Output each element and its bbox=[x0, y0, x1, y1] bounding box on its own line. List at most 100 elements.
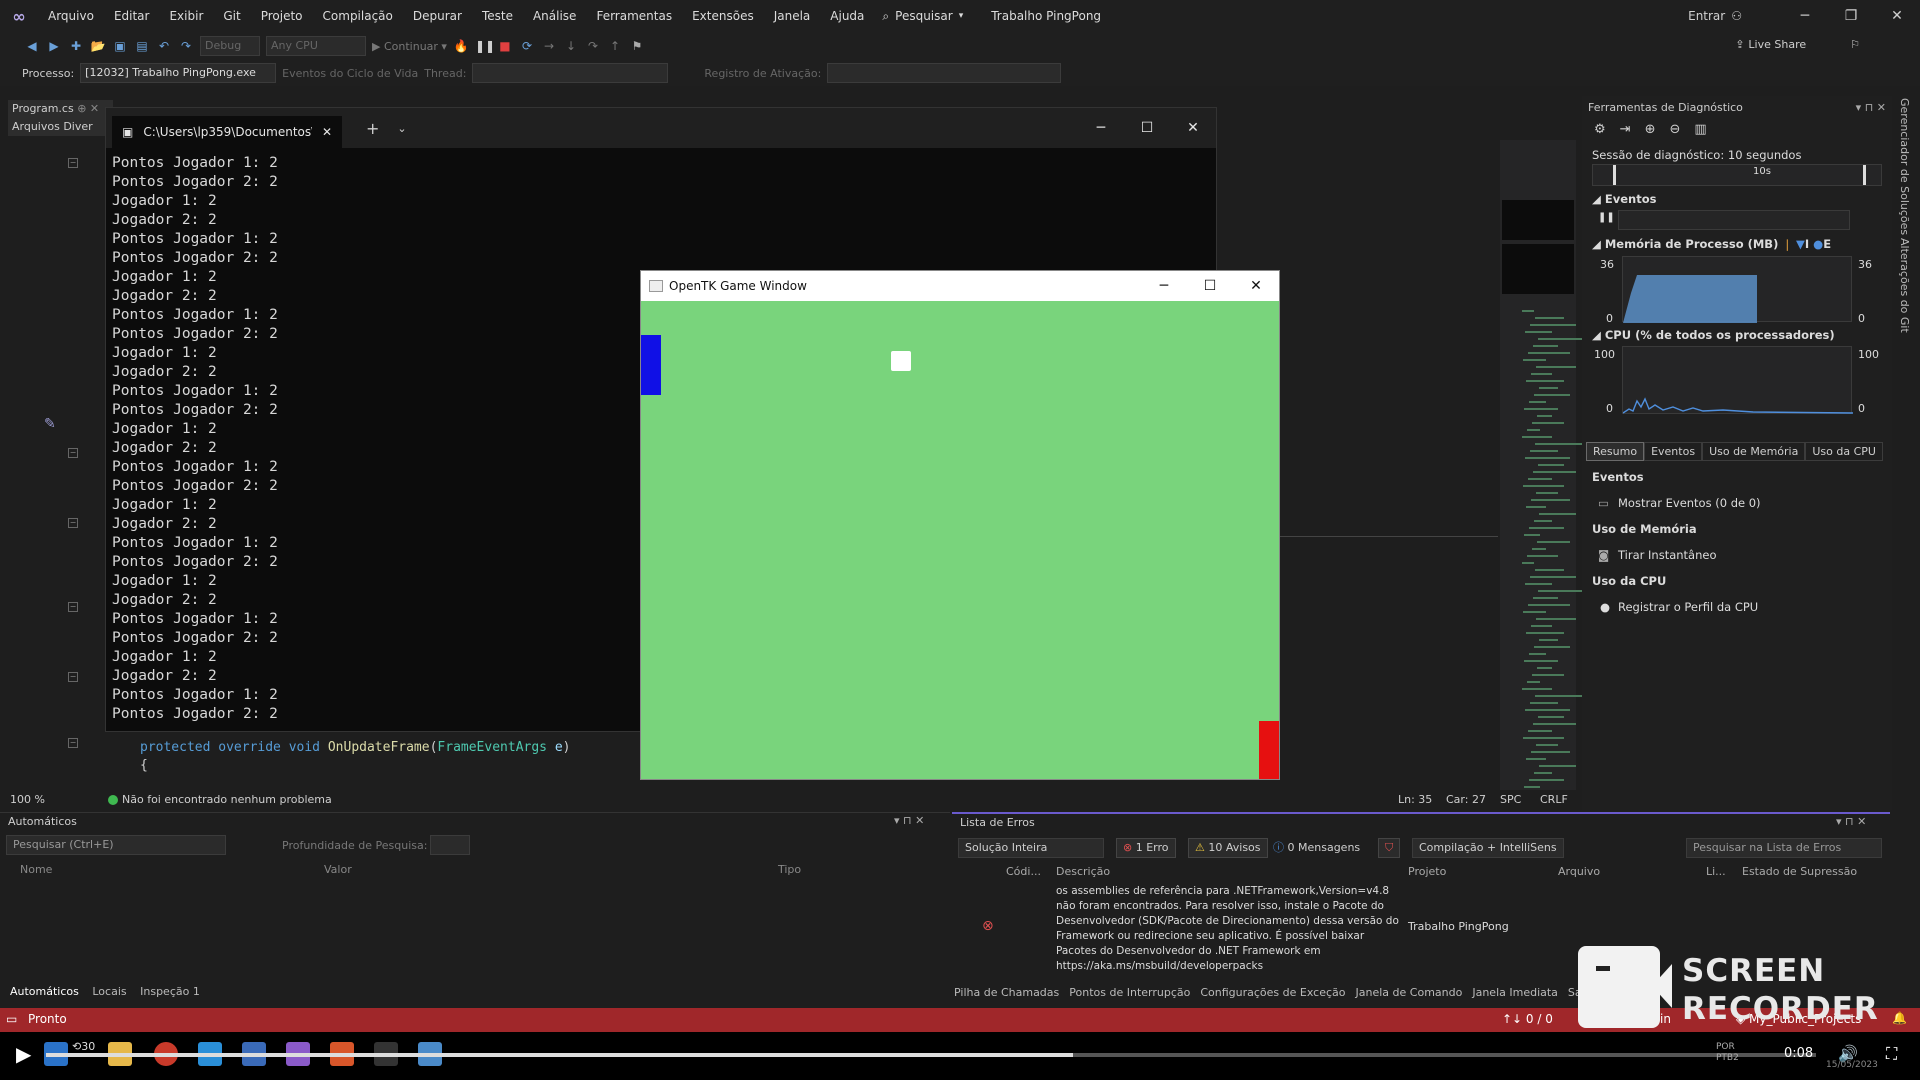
video-progress-bar[interactable] bbox=[46, 1053, 1816, 1057]
problems-indicator[interactable]: Não foi encontrado nenhum problema bbox=[108, 793, 332, 806]
error-search-input[interactable]: Pesquisar na Lista de Erros bbox=[1686, 838, 1882, 858]
menu-item-ferramentas[interactable]: Ferramentas bbox=[586, 0, 682, 32]
console-minimize-button[interactable]: ─ bbox=[1078, 120, 1124, 136]
thread-select[interactable] bbox=[472, 63, 669, 83]
game-minimize-button[interactable]: ─ bbox=[1141, 278, 1187, 294]
settings-icon[interactable]: ⚙ bbox=[1594, 122, 1606, 137]
line-number[interactable]: Ln: 35 bbox=[1398, 793, 1432, 806]
save-all-icon[interactable]: ▤ bbox=[134, 38, 150, 54]
fold-toggle[interactable]: − bbox=[68, 518, 78, 528]
notifications-icon[interactable]: 🔔 bbox=[1892, 1011, 1907, 1025]
cpu-title[interactable]: ◢ CPU (% de todos os processadores) bbox=[1592, 328, 1835, 342]
column-type[interactable]: Tipo bbox=[778, 863, 801, 876]
timeline-handle-end[interactable] bbox=[1863, 165, 1866, 185]
step-over-icon[interactable]: ↷ bbox=[585, 38, 601, 54]
diag-tab-3[interactable]: Uso da CPU bbox=[1805, 442, 1883, 461]
events-title[interactable]: ◢ Eventos bbox=[1592, 192, 1656, 206]
new-project-icon[interactable]: ✚ bbox=[68, 38, 84, 54]
zoom-out-icon[interactable]: ⊖ bbox=[1669, 122, 1680, 137]
feedback-icon[interactable]: ⚐ bbox=[1850, 38, 1860, 51]
minimap-viewport[interactable] bbox=[1502, 200, 1574, 240]
nav-misc-files[interactable]: Arquivos Diver bbox=[8, 118, 113, 136]
menu-item-compilacao[interactable]: Compilação bbox=[313, 0, 403, 32]
live-share-button[interactable]: ⇪ Live Share ⚐ bbox=[1735, 38, 1860, 51]
lifecycle-events[interactable]: Eventos do Ciclo de Vida bbox=[282, 67, 418, 80]
config-select[interactable]: Debug bbox=[200, 36, 260, 56]
export-icon[interactable]: ⇥ bbox=[1620, 122, 1631, 137]
edit-hint-icon[interactable]: ✎ bbox=[44, 416, 56, 432]
menu-item-extensoes[interactable]: Extensões bbox=[682, 0, 764, 32]
step-out-icon[interactable]: ↑ bbox=[607, 38, 623, 54]
rewind-30-button[interactable]: ⟲30 bbox=[72, 1040, 95, 1053]
back-icon[interactable]: ◀ bbox=[24, 38, 40, 54]
menu-item-analise[interactable]: Análise bbox=[523, 0, 586, 32]
visual-studio-logo-icon[interactable]: ∞ bbox=[0, 0, 38, 32]
tab-watch-1[interactable]: Inspeção 1 bbox=[140, 985, 200, 998]
git-changes-tab[interactable]: Alterações do Git bbox=[1898, 238, 1911, 333]
column-number[interactable]: Car: 27 bbox=[1446, 793, 1486, 806]
step-into-icon[interactable]: ↓ bbox=[563, 38, 579, 54]
menu-item-ajuda[interactable]: Ajuda bbox=[820, 0, 874, 32]
output-icon[interactable]: ▭ bbox=[6, 1012, 17, 1026]
new-tab-button[interactable]: + bbox=[366, 119, 379, 138]
session-timeline[interactable]: 10s bbox=[1592, 164, 1882, 186]
pause-icon[interactable]: ❚❚ bbox=[475, 38, 495, 54]
fold-toggle[interactable]: − bbox=[68, 672, 78, 682]
pause-events-icon[interactable]: ❚❚ bbox=[1598, 212, 1615, 223]
minimize-button[interactable]: ─ bbox=[1782, 8, 1828, 24]
process-select[interactable]: [12032] Trabalho PingPong.exe bbox=[80, 63, 277, 83]
close-button[interactable]: ✕ bbox=[1874, 8, 1920, 24]
tab-autos[interactable]: Automáticos bbox=[10, 985, 79, 998]
menu-item-editar[interactable]: Editar bbox=[104, 0, 160, 32]
forward-icon[interactable]: ▶ bbox=[46, 38, 62, 54]
solution-explorer-tab[interactable]: Gerenciador de Soluções bbox=[1898, 98, 1911, 235]
save-icon[interactable]: ▣ bbox=[112, 38, 128, 54]
restart-icon[interactable]: ⟳ bbox=[519, 38, 535, 54]
column-file[interactable]: Arquivo bbox=[1558, 865, 1600, 878]
panel-controls[interactable]: ▾ ⊓ ✕ bbox=[1836, 815, 1866, 828]
game-window[interactable]: OpenTK Game Window ─ ☐ ✕ bbox=[640, 270, 1280, 780]
column-value[interactable]: Valor bbox=[324, 863, 352, 876]
signin-link[interactable]: Entrar bbox=[1688, 9, 1725, 23]
redo-icon[interactable]: ↷ bbox=[178, 38, 194, 54]
errors-filter-button[interactable]: ⊗ 1 Erro bbox=[1116, 838, 1176, 858]
scope-select[interactable]: Solução Inteira bbox=[958, 838, 1104, 858]
debug-tab-3[interactable]: Janela de Comando bbox=[1356, 986, 1463, 999]
close-tab-icon[interactable]: ✕ bbox=[322, 125, 332, 139]
debug-tab-2[interactable]: Configurações de Exceção bbox=[1200, 986, 1345, 999]
diag-tab-0[interactable]: Resumo bbox=[1586, 442, 1645, 461]
tab-locals[interactable]: Locais bbox=[92, 985, 126, 998]
git-sync-status[interactable]: ↑↓ 0 / 0 bbox=[1502, 1012, 1553, 1026]
menu-item-janela[interactable]: Janela bbox=[764, 0, 821, 32]
hot-reload-icon[interactable]: 🔥 bbox=[453, 38, 469, 54]
zoom-in-icon[interactable]: ⊕ bbox=[1645, 122, 1656, 137]
show-events-link[interactable]: ▭ Mostrar Eventos (0 de 0) bbox=[1598, 496, 1761, 510]
minimap-viewport[interactable] bbox=[1502, 244, 1574, 294]
console-maximize-button[interactable]: ☐ bbox=[1124, 120, 1170, 136]
search-depth-select[interactable] bbox=[430, 835, 470, 855]
panel-controls[interactable]: ▾ ⊓ ✕ bbox=[894, 814, 924, 827]
menu-item-teste[interactable]: Teste bbox=[472, 0, 523, 32]
column-project[interactable]: Projeto bbox=[1408, 865, 1446, 878]
restore-button[interactable]: ❐ bbox=[1828, 8, 1874, 24]
messages-filter-button[interactable]: ⓘ 0 Mensagens bbox=[1266, 838, 1367, 858]
open-icon[interactable]: 📂 bbox=[90, 38, 106, 54]
step-icon[interactable]: → bbox=[541, 38, 557, 54]
platform-select[interactable]: Any CPU bbox=[266, 36, 366, 56]
record-cpu-profile-button[interactable]: ● Registrar o Perfil da CPU bbox=[1600, 600, 1758, 614]
fullscreen-icon[interactable]: ⛶ bbox=[1886, 1044, 1897, 1064]
diag-tab-1[interactable]: Eventos bbox=[1644, 442, 1703, 461]
console-tab[interactable]: ▣ C:\Users\lp359\Documentos\ ✕ bbox=[112, 116, 342, 148]
stop-icon[interactable]: ■ bbox=[497, 38, 513, 54]
tab-dropdown-icon[interactable]: ⌄ bbox=[397, 122, 406, 135]
column-code[interactable]: Códi... bbox=[1006, 865, 1041, 878]
debug-tab-4[interactable]: Janela Imediata bbox=[1472, 986, 1558, 999]
line-ending[interactable]: CRLF bbox=[1540, 793, 1568, 806]
fold-toggle[interactable]: − bbox=[68, 158, 78, 168]
memory-title[interactable]: ◢ Memória de Processo (MB) ❘ ▼I ●E bbox=[1592, 237, 1831, 251]
scroll-minimap[interactable] bbox=[1500, 140, 1582, 795]
fold-toggle[interactable]: − bbox=[68, 738, 78, 748]
whitespace-mode[interactable]: SPC bbox=[1500, 793, 1521, 806]
menu-item-git[interactable]: Git bbox=[213, 0, 250, 32]
column-description[interactable]: Descrição bbox=[1056, 865, 1110, 878]
